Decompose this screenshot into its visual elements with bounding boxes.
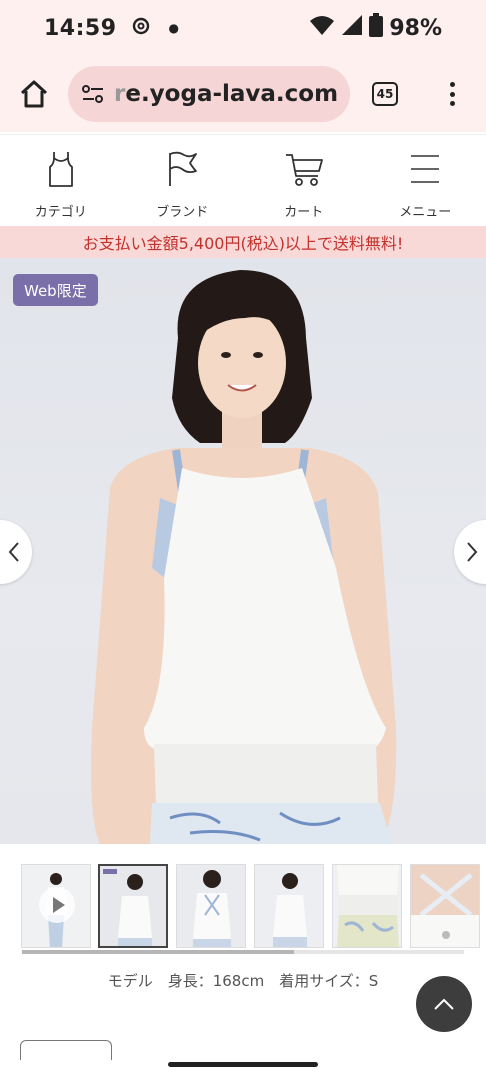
- notification-dot-icon: ●: [168, 21, 180, 35]
- nav-menu-label: メニュー: [399, 205, 452, 220]
- chevron-left-icon: [8, 542, 19, 562]
- url-text: re.yoga-lava.com: [114, 81, 338, 107]
- browser-toolbar: re.yoga-lava.com 45: [0, 56, 486, 132]
- nav-category[interactable]: カテゴリ: [0, 135, 122, 227]
- url-domain: e.yoga-lava.com: [125, 81, 339, 107]
- address-bar[interactable]: re.yoga-lava.com: [68, 66, 350, 122]
- gesture-nav-bar[interactable]: [168, 1062, 318, 1067]
- home-icon[interactable]: [18, 78, 50, 110]
- nav-cart-label: カート: [284, 205, 324, 220]
- status-bar: 14:59 ● 98%: [0, 0, 486, 56]
- nav-menu[interactable]: メニュー: [365, 135, 486, 227]
- battery-icon: [369, 13, 384, 43]
- thumbnail-strip[interactable]: [0, 858, 486, 954]
- signal-icon: [341, 14, 363, 42]
- thumbnail-front-2[interactable]: [254, 864, 324, 948]
- flag-icon: [169, 151, 198, 186]
- product-image-carousel[interactable]: Web限定: [0, 258, 486, 844]
- banner-text: お支払い金額5,400円(税込)以上で送料無料!: [82, 234, 404, 253]
- thumbnail-side-detail[interactable]: [332, 864, 402, 948]
- chevron-up-icon: [434, 998, 454, 1010]
- tab-switcher-button[interactable]: 45: [372, 82, 398, 106]
- free-shipping-banner: お支払い金額5,400円(税込)以上で送料無料!: [0, 226, 486, 258]
- model-info: モデル 身長：168cm 着用サイズ：S: [107, 972, 379, 990]
- threads-icon: [131, 16, 151, 41]
- tank-top-icon: [48, 152, 73, 187]
- thumbnail-back-detail[interactable]: [410, 864, 480, 948]
- thumbnail-scrollbar[interactable]: [22, 950, 464, 954]
- site-nav: カテゴリ ブランド カート メニュー: [0, 134, 486, 226]
- product-photo: [91, 270, 397, 844]
- status-time: 14:59: [44, 15, 117, 41]
- nav-category-label: カテゴリ: [34, 205, 87, 220]
- cart-icon: [285, 154, 323, 186]
- nav-brand-label: ブランド: [156, 205, 209, 220]
- web-exclusive-badge: Web限定: [13, 274, 98, 306]
- thumbnail-back[interactable]: [176, 864, 246, 948]
- chevron-right-icon: [467, 542, 478, 562]
- partially-visible-button[interactable]: [20, 1040, 112, 1060]
- nav-brand[interactable]: ブランド: [122, 135, 244, 227]
- site-settings-icon[interactable]: [80, 81, 106, 107]
- badge-label: Web限定: [24, 281, 87, 300]
- wifi-icon: [309, 14, 335, 42]
- nav-cart[interactable]: カート: [243, 135, 365, 227]
- thumbnail-video[interactable]: [21, 864, 91, 948]
- hamburger-menu-icon: [411, 155, 440, 183]
- back-to-top-button[interactable]: [416, 976, 472, 1032]
- overflow-menu-icon[interactable]: [444, 78, 460, 110]
- url-scheme-faded: r: [114, 81, 126, 107]
- battery-level: 98%: [389, 15, 442, 41]
- thumbnail-front-selected[interactable]: [98, 864, 168, 948]
- play-icon: [39, 887, 75, 923]
- tab-count: 45: [376, 87, 394, 101]
